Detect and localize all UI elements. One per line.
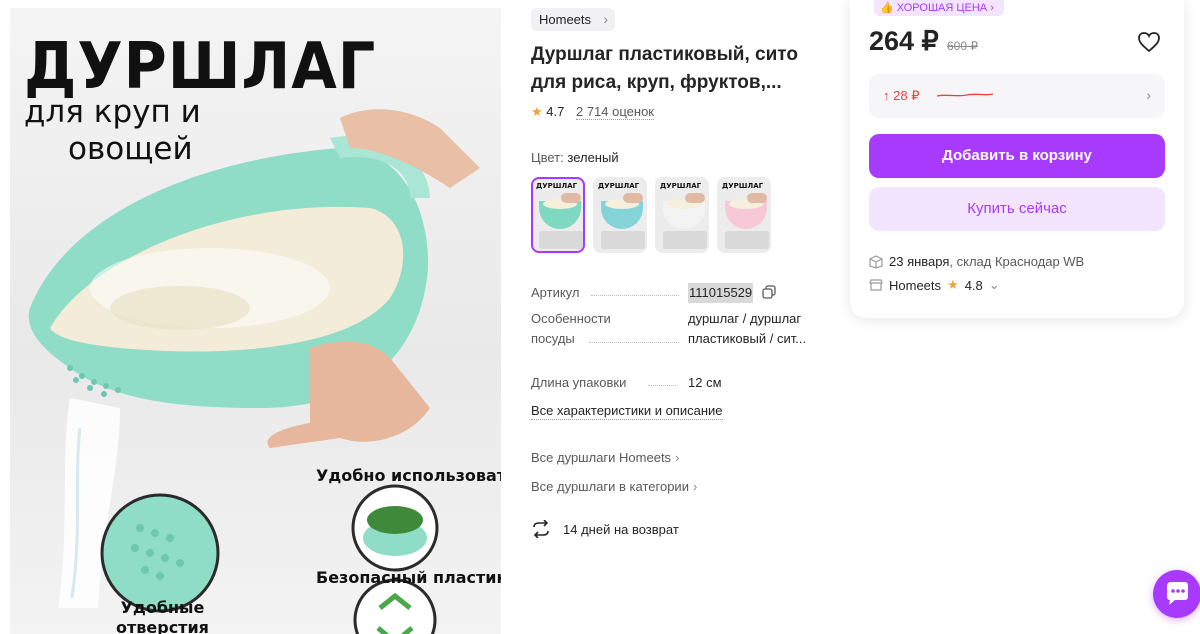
thumb-label: ДУРШЛАГ [660, 182, 702, 190]
article-number[interactable]: 111015529 [688, 283, 754, 303]
color-variant-thumb[interactable]: ДУРШЛАГ [593, 177, 647, 253]
color-label: Цвет: зеленый [531, 150, 619, 165]
spec-key: Длина упаковки [531, 375, 627, 390]
all-specs-link[interactable]: Все характеристики и описание [531, 402, 723, 420]
heart-icon[interactable] [1137, 31, 1161, 53]
delivery-warehouse: , склад Краснодар WB [949, 254, 1085, 269]
product-title: Дуршлаг пластиковый, сито для риса, круп… [531, 44, 798, 93]
brand-all-link[interactable]: Все дуршлаги Homeets › [531, 450, 679, 465]
price-change-amount: 28 ₽ [893, 88, 920, 103]
shop-icon [869, 279, 883, 291]
price-history-button[interactable]: ↑ 28 ₽ › [869, 74, 1165, 118]
seller-name: Homeets [889, 277, 942, 293]
good-price-badge[interactable]: 👍 ХОРОШАЯ ЦЕНА › [874, 0, 1004, 16]
spec-key: Особенности посуды [531, 311, 611, 346]
copy-icon[interactable] [762, 285, 776, 299]
thumb-label: ДУРШЛАГ [722, 182, 764, 190]
image-feature-2: Безопасный пластик [316, 568, 501, 587]
spec-dots [591, 295, 679, 296]
star-icon: ★ [531, 104, 543, 119]
star-icon: ★ [947, 277, 959, 292]
chevron-right-icon: › [675, 450, 680, 465]
chat-button[interactable] [1153, 570, 1200, 618]
old-price: 600 ₽ [947, 39, 978, 53]
rating-block: ★ 4.7 2 714 оценок [531, 104, 654, 120]
thumb-label: ДУРШЛАГ [536, 182, 578, 190]
good-price-label: ХОРОШАЯ ЦЕНА [896, 2, 988, 14]
category-all-label: Все дуршлаги в категории [531, 479, 689, 494]
image-subtitle-2: овощей [68, 131, 193, 167]
rating-value: 4.7 [546, 104, 565, 119]
color-variant-thumb[interactable]: ДУРШЛАГ [531, 177, 585, 253]
chevron-down-icon: ⌄ [988, 277, 1000, 292]
buy-now-button[interactable]: Купить сейчас [869, 187, 1165, 231]
product-main-image[interactable]: ДУРШЛАГ для круп и овощей Удобно использ… [10, 8, 501, 634]
delivery-date: 23 января [889, 254, 950, 269]
chevron-right-icon: › [1146, 87, 1151, 103]
chevron-right-icon: › [692, 479, 698, 494]
image-feature-1: Удобно использовать [316, 466, 501, 485]
chat-icon [1167, 582, 1188, 605]
image-feature-3: Удобные отверстия [116, 598, 209, 634]
color-variants: ДУРШЛАГ ДУРШЛАГ ДУРШЛАГ ДУРШЛАГ [531, 177, 771, 253]
image-title: ДУРШЛАГ [24, 30, 377, 104]
price-trend-line [936, 93, 994, 97]
reviews-link[interactable]: 2 714 оценок [575, 104, 654, 120]
thumb-label: ДУРШЛАГ [598, 182, 640, 190]
color-label-key: Цвет: [531, 150, 564, 165]
seller-info[interactable]: Homeets ★ 4.8 ⌄ [869, 277, 1000, 293]
color-variant-thumb[interactable]: ДУРШЛАГ [655, 177, 709, 253]
spec-dots [589, 342, 679, 343]
returns-info: 14 дней на возврат [531, 520, 679, 538]
spec-key: Артикул [531, 285, 580, 300]
brand-chip-label: Homeets [539, 12, 592, 27]
brand-all-label: Все дуршлаги Homeets [531, 450, 672, 465]
current-price: 264 ₽ [869, 26, 939, 56]
price-change-value: ↑ 28 ₽ [883, 88, 920, 103]
add-to-cart-button[interactable]: Добавить в корзину [869, 134, 1165, 178]
category-all-link[interactable]: Все дуршлаги в категории › [531, 479, 697, 494]
return-arrows-icon [533, 520, 549, 538]
returns-label: 14 дней на возврат [563, 521, 679, 537]
chevron-right-icon: › [990, 2, 994, 14]
thumbs-up-icon: 👍 [880, 2, 894, 14]
spec-dots [648, 385, 676, 386]
spec-value: 12 см [688, 375, 722, 390]
brand-chip[interactable]: Homeets › [531, 8, 616, 31]
spec-value: дуршлаг / дуршлаг пластиковый / сит... [688, 311, 807, 346]
image-subtitle-1: для круп и [24, 94, 201, 130]
color-variant-thumb[interactable]: ДУРШЛАГ [717, 177, 771, 253]
seller-rating: 4.8 [964, 277, 983, 293]
box-icon [869, 254, 883, 269]
delivery-info: 23 января, склад Краснодар WB [869, 254, 1084, 269]
chevron-right-icon: › [603, 11, 609, 27]
color-label-value: зеленый [567, 150, 619, 165]
